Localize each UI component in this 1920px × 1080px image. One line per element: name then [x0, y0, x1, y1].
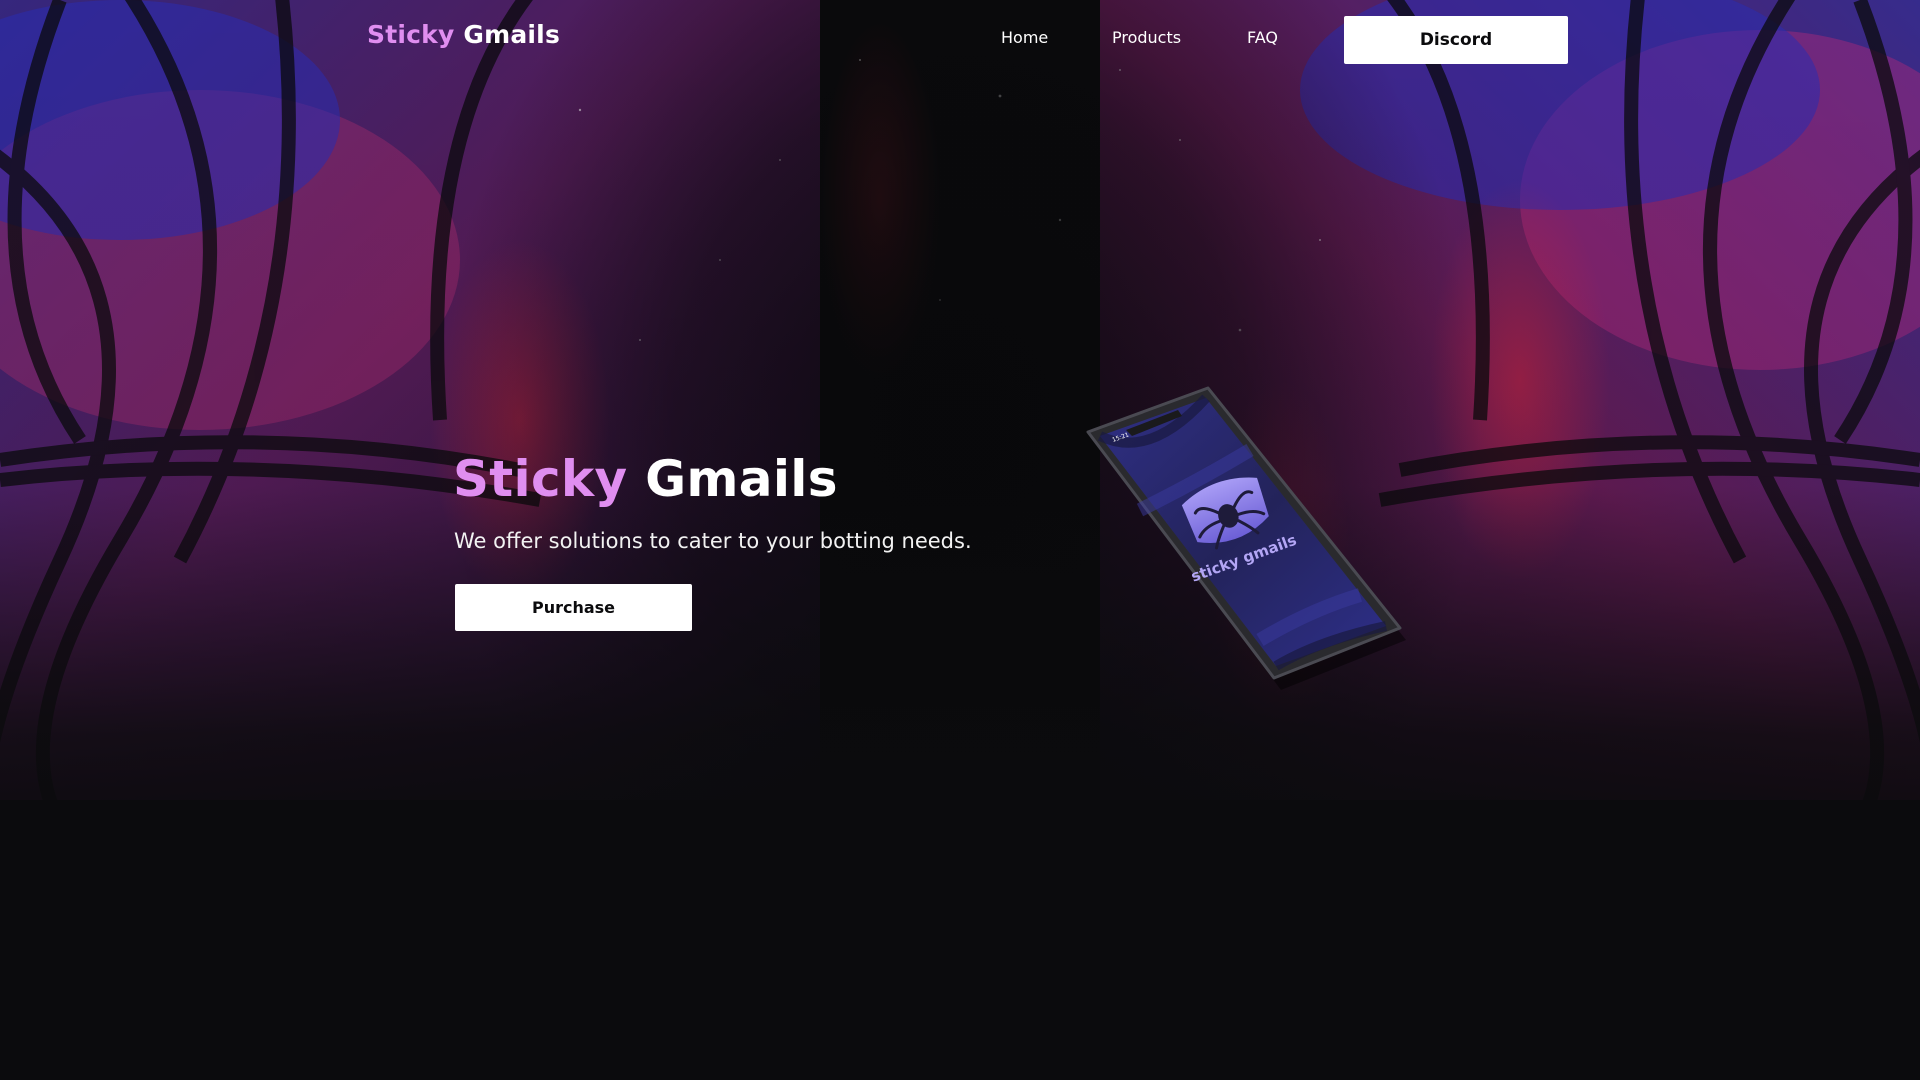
nav-link-faq[interactable]: FAQ: [1247, 28, 1278, 47]
brand-accent: Sticky: [367, 20, 455, 49]
discord-button[interactable]: Discord: [1344, 16, 1568, 64]
nav-link-home[interactable]: Home: [1001, 28, 1048, 47]
hero-subtitle: We offer solutions to cater to your bott…: [454, 529, 972, 553]
page: Sticky Gmails Home Products FAQ Discord …: [0, 0, 1920, 1080]
brand-rest: Gmails: [463, 20, 561, 49]
hero-title: Sticky Gmails: [453, 450, 838, 508]
hero-title-accent: Sticky: [453, 450, 628, 508]
nav-link-products[interactable]: Products: [1112, 28, 1181, 47]
hero-title-rest: Gmails: [645, 450, 838, 508]
phone-mockup: 15:21 sticky gmails: [1040, 380, 1410, 700]
brand-logo[interactable]: Sticky Gmails: [367, 20, 560, 49]
navbar: Sticky Gmails Home Products FAQ Discord: [0, 0, 1920, 78]
phone-illustration: 15:21 sticky gmails: [1086, 386, 1406, 690]
purchase-button[interactable]: Purchase: [455, 584, 692, 631]
